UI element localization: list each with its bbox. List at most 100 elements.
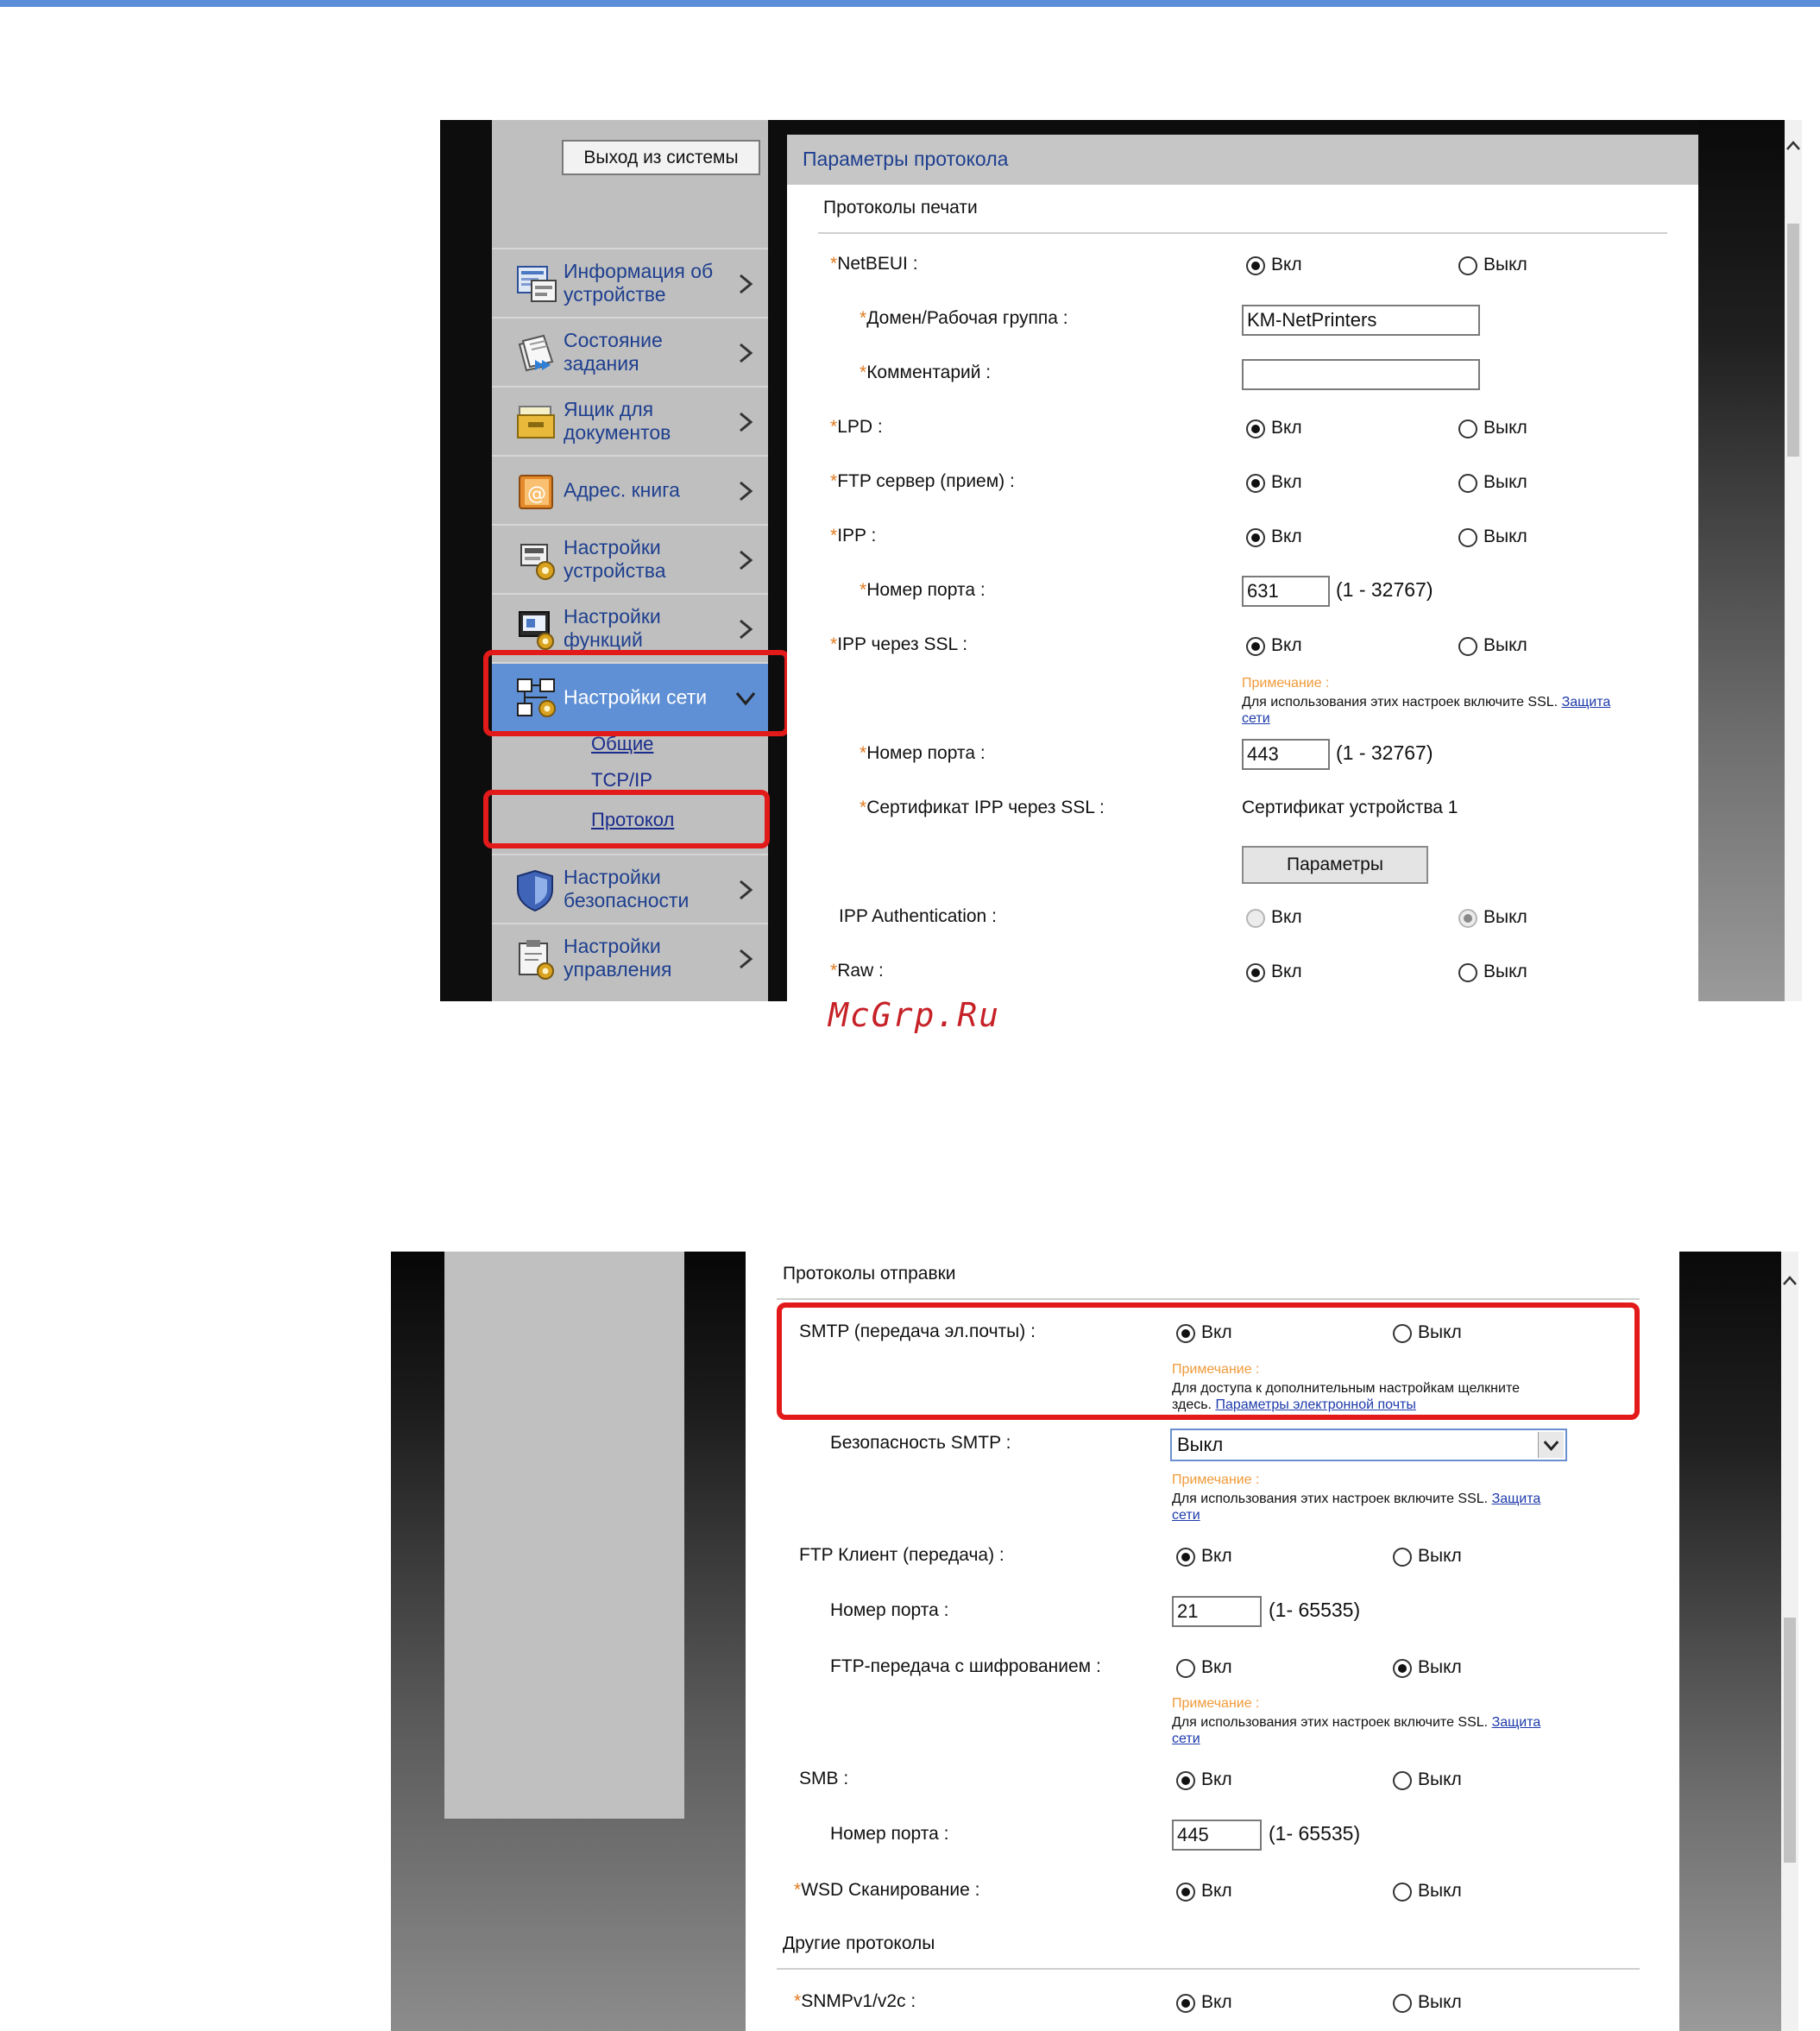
netbeui-off-radio[interactable] bbox=[1458, 256, 1477, 275]
network-security-link[interactable]: Защита bbox=[1562, 695, 1611, 710]
raw-off-radio[interactable] bbox=[1458, 963, 1477, 982]
network-security-link[interactable]: сети bbox=[1242, 711, 1270, 726]
network-security-link[interactable]: Защита bbox=[1492, 1715, 1541, 1730]
sidebar-item-document-box[interactable]: Ящик для документов bbox=[492, 386, 768, 455]
snmp-on-radio[interactable] bbox=[1176, 1994, 1195, 2013]
chevron-right-icon bbox=[740, 550, 753, 571]
wsd-on-radio[interactable] bbox=[1176, 1883, 1195, 1902]
sidebar-item-security-settings[interactable]: Настройки безопасности bbox=[492, 854, 768, 923]
sidebar-item-management-settings[interactable]: Настройки управления bbox=[492, 923, 768, 992]
ftp-port-range: (1- 65535) bbox=[1269, 1599, 1361, 1621]
network-security-link[interactable]: Защита bbox=[1492, 1492, 1541, 1506]
scroll-up-icon[interactable] bbox=[1785, 137, 1802, 155]
label-ftp-server: *FTP сервер (прием) : bbox=[830, 471, 1015, 491]
ftp-client-on-radio[interactable] bbox=[1176, 1548, 1195, 1567]
label-smb-port: Номер порта : bbox=[830, 1824, 949, 1844]
radio-label: Выкл bbox=[1418, 1881, 1462, 1901]
ipp-auth-on-radio[interactable] bbox=[1246, 909, 1265, 928]
note-heading: Примечание : bbox=[1242, 676, 1330, 691]
ftp-server-on-radio[interactable] bbox=[1246, 474, 1265, 493]
label-ipp: *IPP : bbox=[830, 526, 877, 546]
label-smb: SMB : bbox=[799, 1769, 849, 1788]
logout-button[interactable]: Выход из системы bbox=[562, 140, 760, 175]
scroll-thumb[interactable] bbox=[1784, 1618, 1796, 1863]
section-title-send: Протоколы отправки bbox=[783, 1264, 956, 1284]
ipp-ssl-port-input[interactable]: 443 bbox=[1242, 739, 1330, 770]
sidebar-item-address-book[interactable]: @ Адрес. книга bbox=[492, 455, 768, 524]
lpd-off-radio[interactable] bbox=[1458, 419, 1477, 438]
ssl-note: Для использования этих настроек включите… bbox=[1242, 695, 1611, 726]
radio-label: Вкл bbox=[1201, 1657, 1232, 1677]
chevron-down-icon bbox=[1538, 1432, 1564, 1458]
ftp-encrypt-off-radio[interactable] bbox=[1393, 1659, 1412, 1678]
protocol-panel: Параметры протокола Протоколы печати *Ne… bbox=[787, 135, 1698, 1001]
params-button[interactable]: Параметры bbox=[1242, 846, 1428, 884]
chevron-right-icon bbox=[740, 949, 753, 969]
label-ipp-ssl-port: *Номер порта : bbox=[860, 743, 986, 763]
network-security-link[interactable]: сети bbox=[1172, 1508, 1200, 1523]
scroll-up-icon[interactable] bbox=[1781, 1272, 1798, 1290]
sidebar-item-device-settings[interactable]: Настройки устройства bbox=[492, 524, 768, 593]
ipp-auth-off-radio[interactable] bbox=[1458, 909, 1477, 928]
ssl-note: Для использования этих настроек включите… bbox=[1172, 1492, 1541, 1523]
scroll-thumb[interactable] bbox=[1787, 224, 1799, 457]
radio-label: Вкл bbox=[1201, 1992, 1232, 2012]
lpd-on-radio[interactable] bbox=[1246, 419, 1265, 438]
radio-label: Выкл bbox=[1483, 907, 1527, 927]
radio-label: Вкл bbox=[1271, 907, 1302, 927]
shield-icon bbox=[517, 869, 553, 912]
label-snmp: *SNMPv1/v2c : bbox=[794, 1991, 916, 2011]
smtp-security-select[interactable]: Выкл bbox=[1170, 1429, 1567, 1461]
label-lpd: *LPD : bbox=[830, 417, 883, 437]
ftp-client-off-radio[interactable] bbox=[1393, 1548, 1412, 1567]
snmp-off-radio[interactable] bbox=[1393, 1994, 1412, 2013]
smb-on-radio[interactable] bbox=[1176, 1771, 1195, 1790]
scrollbar[interactable] bbox=[1785, 120, 1802, 1001]
chevron-right-icon bbox=[740, 619, 753, 640]
smb-off-radio[interactable] bbox=[1393, 1771, 1412, 1790]
function-settings-icon bbox=[519, 611, 554, 650]
wsd-off-radio[interactable] bbox=[1393, 1883, 1412, 1902]
label-ipp-port: *Номер порта : bbox=[860, 580, 986, 600]
chevron-right-icon bbox=[740, 412, 753, 432]
watermark: McGrp.Ru bbox=[828, 996, 1001, 1034]
radio-label: Вкл bbox=[1271, 527, 1302, 546]
netbeui-on-radio[interactable] bbox=[1246, 256, 1265, 275]
subnav-tcpip[interactable]: TCP/IP bbox=[591, 769, 652, 792]
device-settings-icon bbox=[520, 544, 555, 580]
divider bbox=[777, 1968, 1640, 1970]
ftp-encrypt-on-radio[interactable] bbox=[1176, 1659, 1195, 1678]
sidebar-item-device-info[interactable]: Информация об устройстве bbox=[492, 248, 768, 317]
label-netbeui: *NetBEUI : bbox=[830, 254, 918, 274]
job-status-icon bbox=[518, 334, 554, 372]
comment-input[interactable] bbox=[1242, 359, 1480, 390]
raw-on-radio[interactable] bbox=[1246, 963, 1265, 982]
ipp-on-radio[interactable] bbox=[1246, 528, 1265, 547]
radio-label: Вкл bbox=[1271, 635, 1302, 655]
label-ipp-auth: IPP Authentication : bbox=[839, 906, 997, 926]
panel-title: Параметры протокола bbox=[803, 148, 1009, 170]
smb-port-range: (1- 65535) bbox=[1269, 1822, 1361, 1845]
ipp-off-radio[interactable] bbox=[1458, 528, 1477, 547]
ftp-port-input[interactable]: 21 bbox=[1172, 1596, 1262, 1627]
background-gradient bbox=[1698, 120, 1785, 1001]
ftp-server-off-radio[interactable] bbox=[1458, 474, 1477, 493]
ipp-port-range: (1 - 32767) bbox=[1336, 578, 1433, 601]
ssl-note: Для использования этих настроек включите… bbox=[1172, 1715, 1541, 1746]
screenshot-protocol-settings: Выход из системы Информация об устройств… bbox=[440, 120, 1802, 1001]
label-ipp-ssl: *IPP через SSL : bbox=[830, 634, 968, 654]
ipp-ssl-on-radio[interactable] bbox=[1246, 637, 1265, 656]
highlight-protocol bbox=[483, 790, 770, 848]
sidebar-item-job-status[interactable]: Состояние задания bbox=[492, 317, 768, 386]
smb-port-input[interactable]: 445 bbox=[1172, 1820, 1262, 1851]
domain-input[interactable]: KM-NetPrinters bbox=[1242, 305, 1480, 336]
radio-label: Выкл bbox=[1418, 1546, 1462, 1566]
scrollbar[interactable] bbox=[1781, 1252, 1798, 2031]
ipp-ssl-off-radio[interactable] bbox=[1458, 637, 1477, 656]
sidebar-item-label: Настройки устройства bbox=[564, 536, 666, 582]
device-info-icon bbox=[517, 266, 557, 302]
ipp-port-input[interactable]: 631 bbox=[1242, 576, 1330, 607]
radio-label: Выкл bbox=[1483, 635, 1527, 655]
label-wsd-scan: *WSD Сканирование : bbox=[794, 1880, 980, 1900]
network-security-link[interactable]: сети bbox=[1172, 1731, 1200, 1746]
